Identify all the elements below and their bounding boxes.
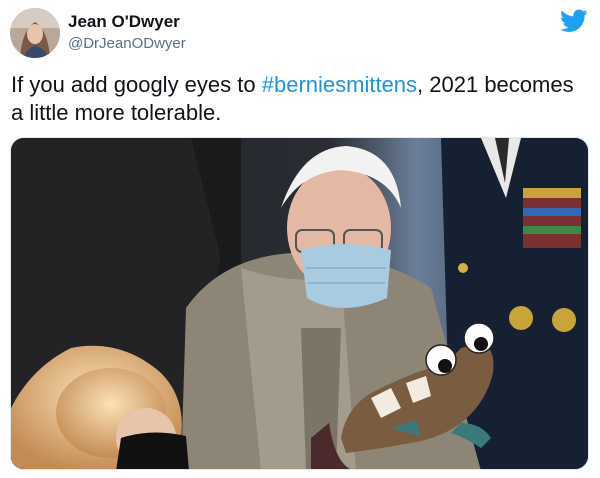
tweet-photo[interactable] (10, 137, 589, 470)
tweet-text-before: If you add googly eyes to (11, 72, 262, 97)
bernie-mittens-photo (11, 138, 588, 469)
profile-photo (10, 8, 60, 58)
tweet-text: If you add googly eyes to #berniesmitten… (11, 71, 586, 127)
tweet-card[interactable]: Jean O'Dwyer @DrJeanODwyer If you add go… (0, 0, 600, 478)
author-avatar[interactable] (10, 8, 60, 58)
hashtag-link[interactable]: #berniesmittens (262, 72, 417, 97)
author-handle[interactable]: @DrJeanODwyer (68, 35, 186, 52)
author-display-name[interactable]: Jean O'Dwyer (68, 12, 180, 32)
twitter-bird-icon[interactable] (560, 9, 588, 33)
